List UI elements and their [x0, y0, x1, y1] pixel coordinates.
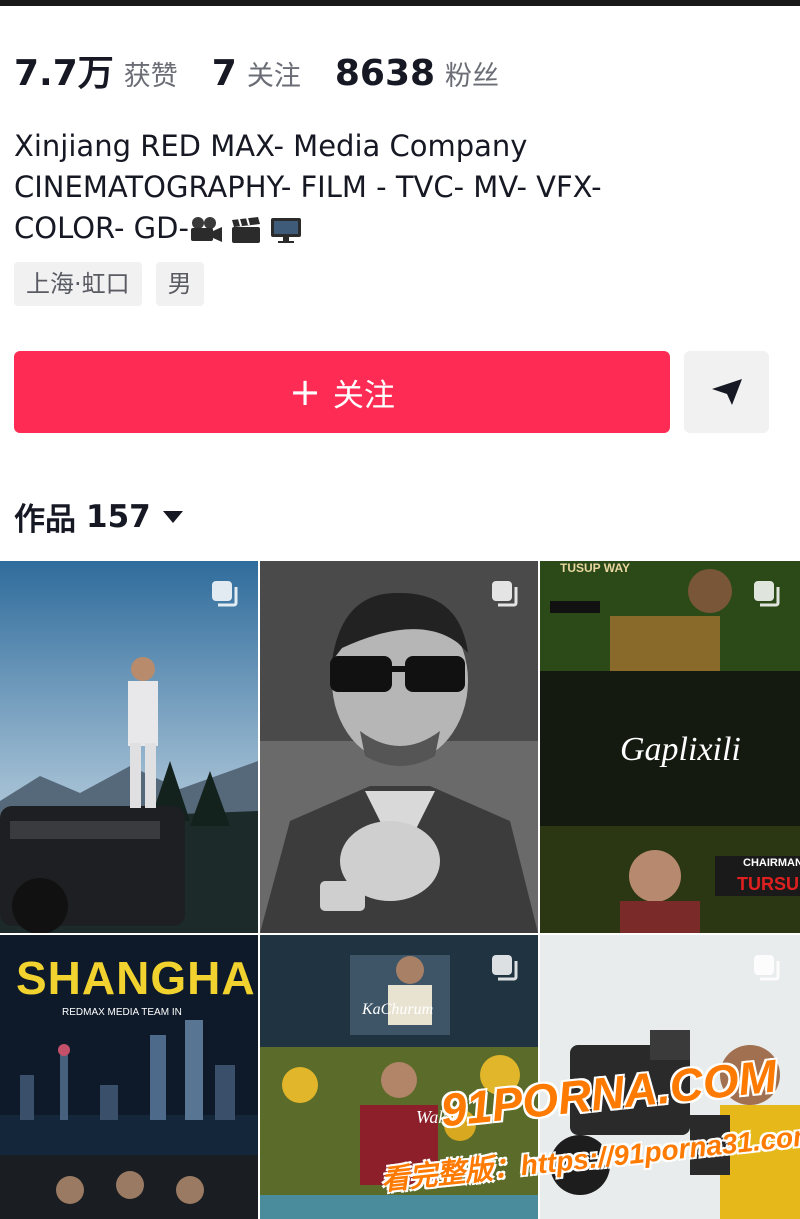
- plus-icon: +: [289, 370, 321, 414]
- thumbnail-3-caption-1: CHAIRMAN: [743, 857, 800, 869]
- works-count: 157: [86, 498, 151, 535]
- multi-image-icon: [492, 955, 518, 981]
- thumbnail-4-title: SHANGHAI: [16, 952, 258, 1004]
- following-label: 关注: [246, 61, 301, 92]
- following-count: 7: [211, 53, 237, 94]
- video-thumbnail-3[interactable]: TUSUP WAY Gaplixili CHAIRMAN TURSUN: [540, 561, 800, 933]
- bio-line-1: Xinjiang RED MAX- Media Company: [14, 129, 528, 163]
- send-arrow-icon: [711, 379, 742, 405]
- video-thumbnail-2[interactable]: [260, 561, 538, 933]
- clapper-board-icon: [231, 217, 260, 243]
- multi-image-icon: [212, 581, 238, 607]
- thumbnail-3-caption-2: TURSUN: [737, 874, 800, 894]
- multi-image-icon: [492, 581, 518, 607]
- followers-count: 8638: [334, 53, 436, 94]
- works-label: 作品: [14, 502, 76, 538]
- video-thumbnail-4[interactable]: SHANGHAI REDMAX MEDIA TEAM IN: [0, 935, 258, 1219]
- bio-line-2: CINEMATOGRAPHY- FILM - TVC- MV- VFX-: [14, 170, 602, 204]
- bio-line-3-text: COLOR- GD-: [14, 211, 189, 245]
- follow-label: 关注: [332, 377, 395, 414]
- profile-bio: Xinjiang RED MAX- Media Company CINEMATO…: [14, 126, 714, 249]
- likes-label: 获赞: [123, 61, 178, 92]
- location-tag: 上海·虹口: [14, 262, 142, 306]
- video-thumbnail-1[interactable]: [0, 561, 258, 933]
- multi-image-icon: [754, 955, 780, 981]
- thumbnail-image: [0, 561, 258, 933]
- likes-count: 7.7万: [14, 53, 114, 94]
- desktop-computer-icon: [270, 218, 301, 243]
- works-tab[interactable]: 作品 157: [14, 494, 183, 539]
- thumbnail-3-mid-text: Gaplixili: [620, 731, 741, 768]
- watermark: 91PORNA.COM 看完整版：https://91porna31.com: [380, 1050, 800, 1206]
- thumbnail-image: [260, 561, 538, 933]
- caret-down-icon: [162, 510, 183, 523]
- bio-line-3: COLOR- GD-: [14, 208, 714, 249]
- profile-stats: 7.7万 获赞 7 关注 8638 粉丝: [14, 44, 533, 96]
- likes-stat[interactable]: 7.7万 获赞: [14, 44, 178, 96]
- follow-button[interactable]: + 关注: [14, 351, 670, 433]
- following-stat[interactable]: 7 关注: [212, 53, 301, 94]
- thumbnail-4-subtitle: REDMAX MEDIA TEAM IN: [62, 1007, 182, 1018]
- profile-tags: 上海·虹口 男: [14, 262, 204, 306]
- share-button[interactable]: [684, 351, 769, 433]
- thumbnail-3-top-text: TUSUP WAY: [560, 561, 631, 575]
- multi-image-icon: [754, 581, 780, 607]
- bio-emojis: [189, 216, 303, 244]
- followers-label: 粉丝: [445, 61, 500, 92]
- gender-tag: 男: [155, 262, 204, 306]
- thumbnail-5-top-text: KaChurum: [362, 1001, 434, 1018]
- movie-camera-icon: [190, 217, 222, 242]
- status-bar: [0, 0, 800, 6]
- followers-stat[interactable]: 8638 粉丝: [335, 53, 499, 94]
